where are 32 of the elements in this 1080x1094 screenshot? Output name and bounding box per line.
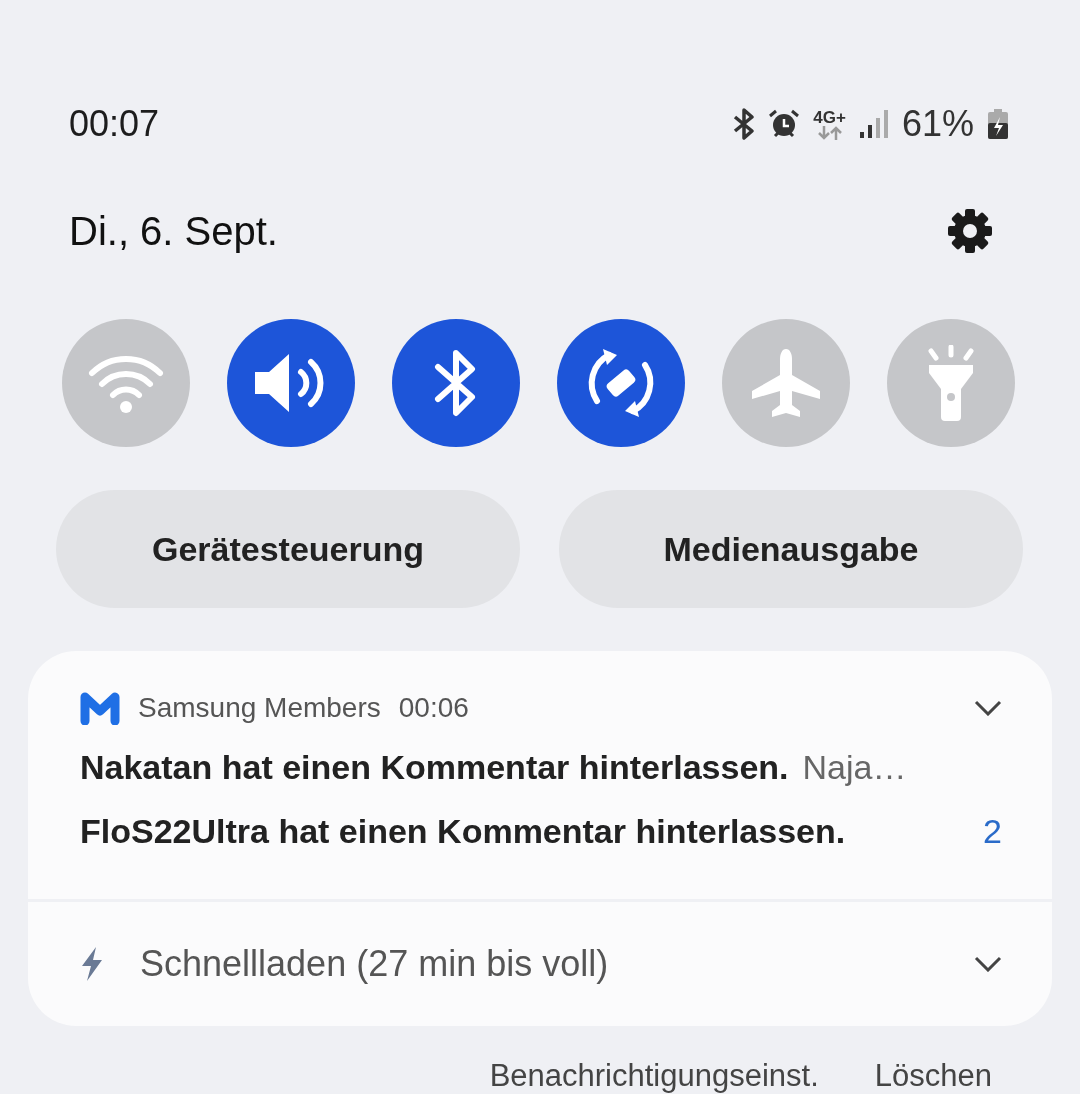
airplane-icon: [750, 347, 822, 419]
bluetooth-icon: [733, 108, 756, 140]
message-count: 2: [983, 811, 1002, 851]
alarm-clock-icon: [769, 109, 800, 139]
expand-button[interactable]: [974, 700, 1002, 716]
notification-card[interactable]: Samsung Members 00:06 Nakatan hat einen Kommentar hinterlassen. Naja… FloS22Ultra hat einen Kommentar hinterlassen. 2: [28, 651, 1052, 899]
charging-status: Schnellladen (27 min bis voll): [140, 943, 610, 985]
notification-time: 00:06: [398, 692, 469, 724]
message-preview: Naja…: [802, 747, 907, 787]
notification-message: Nakatan hat einen Kommentar hinterlassen.: [80, 747, 789, 787]
date-label: Di., 6. Sept.: [69, 208, 278, 254]
chevron-down-icon: [974, 700, 1002, 716]
battery-percent: 61%: [901, 103, 974, 145]
notification-message: FloS22Ultra hat einen Kommentar hinterlassen.: [80, 811, 846, 851]
footer-link[interactable]: Löschen: [874, 1058, 992, 1094]
data-arrows-icon: [816, 125, 843, 140]
panel-button[interactable]: Medienausgabe: [559, 490, 1023, 608]
bluetooth-icon: [434, 347, 478, 419]
battery-charging-icon: [988, 109, 1008, 139]
notification-card[interactable]: Schnellladen (27 min bis voll): [28, 902, 1052, 1026]
signal-icon: [859, 110, 888, 138]
app-logo-icon: [80, 691, 120, 725]
settings-icon: [946, 207, 994, 255]
lightning-icon: [80, 947, 104, 981]
expand-button[interactable]: [974, 956, 1002, 972]
app-name: Samsung Members: [138, 692, 381, 724]
network-type: 4G+: [813, 108, 846, 126]
chevron-down-icon: [974, 956, 1002, 972]
clock-time: 00:07: [69, 103, 161, 145]
settings-button[interactable]: [946, 207, 994, 255]
panel-button[interactable]: Gerätesteuerung: [56, 490, 520, 608]
footer-link[interactable]: Benachrichtigungseinst.: [489, 1058, 819, 1094]
